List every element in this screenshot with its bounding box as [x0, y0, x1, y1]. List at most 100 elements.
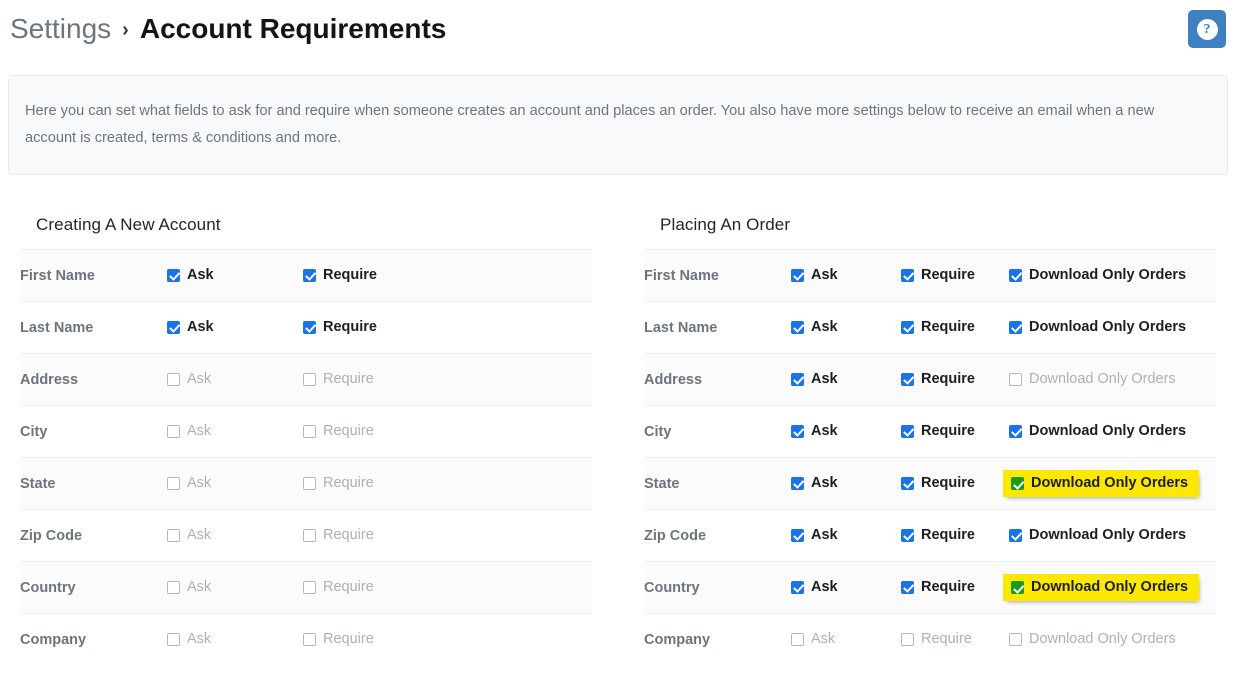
checkbox-download[interactable]: Download Only Orders — [1003, 470, 1200, 497]
checkbox-require[interactable]: Require — [301, 577, 378, 598]
checkbox-require[interactable]: Require — [301, 473, 378, 494]
checkbox-require[interactable]: Require — [301, 629, 378, 650]
table-row: First Name Ask Require — [20, 249, 592, 302]
checkbox-ask[interactable]: Ask — [165, 265, 218, 286]
checkbox-ask[interactable]: Ask — [165, 369, 215, 390]
checkbox-ask[interactable]: Ask — [165, 577, 215, 598]
checkbox-label: Download Only Orders — [1029, 267, 1187, 284]
checkbox-require[interactable]: Require — [899, 265, 979, 286]
checkbox-ask[interactable]: Ask — [789, 629, 839, 650]
field-label: State — [644, 475, 680, 492]
checkbox-download[interactable]: Download Only Orders — [1007, 421, 1190, 442]
checkmark-icon — [791, 528, 804, 542]
checkmark-icon — [167, 320, 180, 334]
checkbox-ask[interactable]: Ask — [789, 317, 842, 338]
empty-checkbox-icon — [1009, 372, 1022, 386]
empty-checkbox-icon — [303, 476, 316, 490]
checkbox-require[interactable]: Require — [301, 317, 381, 338]
cell-download: Download Only Orders — [1007, 510, 1216, 562]
empty-checkbox-icon — [303, 580, 316, 594]
checkbox-label: Download Only Orders — [1031, 475, 1189, 492]
checkbox-require[interactable]: Require — [899, 369, 979, 390]
table-row: State Ask Require Download Only Orders — [644, 457, 1216, 510]
checkbox-download[interactable]: Download Only Orders — [1007, 317, 1190, 338]
checkbox-require[interactable]: Require — [301, 421, 378, 442]
cell-require: Require — [301, 562, 592, 614]
checkmark-icon — [791, 320, 804, 334]
cell-ask: Ask — [165, 458, 301, 510]
table-row: Company Ask Require — [20, 613, 592, 666]
help-button[interactable]: ? — [1188, 10, 1226, 48]
checkbox-ask[interactable]: Ask — [789, 369, 842, 390]
checkbox-label: Ask — [187, 579, 212, 596]
requirements-columns: Creating A New Account First Name Ask Requ… — [0, 215, 1236, 666]
checkbox-require[interactable]: Require — [301, 265, 381, 286]
checkbox-ask[interactable]: Ask — [789, 265, 842, 286]
empty-checkbox-icon — [791, 633, 804, 647]
cell-ask: Ask — [165, 302, 301, 354]
checkbox-label: Ask — [811, 475, 838, 492]
checkbox-require[interactable]: Require — [301, 369, 378, 390]
table-row: Address Ask Require Download Only Orders — [644, 353, 1216, 406]
checkbox-download[interactable]: Download Only Orders — [1007, 525, 1190, 546]
field-label: First Name — [644, 267, 719, 284]
checkbox-label: Ask — [811, 631, 836, 648]
checkmark-icon — [1009, 528, 1022, 542]
checkbox-require[interactable]: Require — [301, 525, 378, 546]
checkbox-require[interactable]: Require — [899, 577, 979, 598]
field-label: Zip Code — [20, 527, 83, 544]
checkmark-icon — [1011, 477, 1024, 490]
checkbox-label: Require — [921, 371, 975, 388]
checkbox-download[interactable]: Download Only Orders — [1007, 369, 1180, 390]
checkbox-require[interactable]: Require — [899, 473, 979, 494]
checkbox-download[interactable]: Download Only Orders — [1007, 629, 1180, 650]
field-label: City — [644, 423, 672, 440]
checkbox-require[interactable]: Require — [899, 317, 979, 338]
breadcrumb-settings-link[interactable]: Settings — [10, 15, 111, 43]
field-label: State — [20, 475, 56, 492]
field-label: Company — [20, 631, 87, 648]
checkbox-ask[interactable]: Ask — [165, 525, 215, 546]
checkbox-download[interactable]: Download Only Orders — [1007, 265, 1190, 286]
checkmark-icon — [901, 580, 914, 594]
field-label: Country — [644, 579, 700, 596]
checkbox-label: Require — [921, 423, 975, 440]
checkbox-require[interactable]: Require — [899, 629, 976, 650]
checkbox-require[interactable]: Require — [899, 421, 979, 442]
empty-checkbox-icon — [167, 528, 180, 542]
checkbox-ask[interactable]: Ask — [165, 317, 218, 338]
cell-download: Download Only Orders — [1003, 458, 1216, 510]
cell-ask: Ask — [789, 458, 899, 510]
cell-ask: Ask — [165, 510, 301, 562]
checkbox-ask[interactable]: Ask — [789, 577, 842, 598]
empty-checkbox-icon — [1009, 633, 1022, 647]
cell-require: Require — [899, 406, 1007, 458]
checkbox-ask[interactable]: Ask — [789, 525, 842, 546]
cell-download: Download Only Orders — [1007, 406, 1216, 458]
page-header: Settings › Account Requirements ? — [0, 0, 1236, 58]
cell-require: Require — [899, 302, 1007, 354]
checkbox-label: Download Only Orders — [1029, 319, 1187, 336]
checkbox-label: Download Only Orders — [1029, 527, 1187, 544]
checkbox-require[interactable]: Require — [899, 525, 979, 546]
table-row: Last Name Ask Require — [20, 301, 592, 354]
checkbox-ask[interactable]: Ask — [789, 421, 842, 442]
cell-ask: Ask — [789, 510, 899, 562]
checkbox-ask[interactable]: Ask — [789, 473, 842, 494]
info-banner: Here you can set what fields to ask for … — [8, 75, 1228, 175]
checkbox-ask[interactable]: Ask — [165, 629, 215, 650]
cell-require: Require — [301, 302, 592, 354]
checkbox-label: Ask — [187, 267, 214, 284]
checkmark-icon — [901, 476, 914, 490]
checkbox-label: Download Only Orders — [1029, 371, 1176, 388]
checkbox-label: Ask — [811, 579, 838, 596]
checkbox-ask[interactable]: Ask — [165, 421, 215, 442]
checkbox-label: Ask — [811, 267, 838, 284]
field-label: Company — [644, 631, 711, 648]
checkbox-download[interactable]: Download Only Orders — [1003, 574, 1200, 601]
checkbox-label: Require — [921, 475, 975, 492]
cell-download: Download Only Orders — [1007, 614, 1216, 666]
cell-ask: Ask — [789, 250, 899, 302]
cell-download: Download Only Orders — [1007, 302, 1216, 354]
checkbox-ask[interactable]: Ask — [165, 473, 215, 494]
